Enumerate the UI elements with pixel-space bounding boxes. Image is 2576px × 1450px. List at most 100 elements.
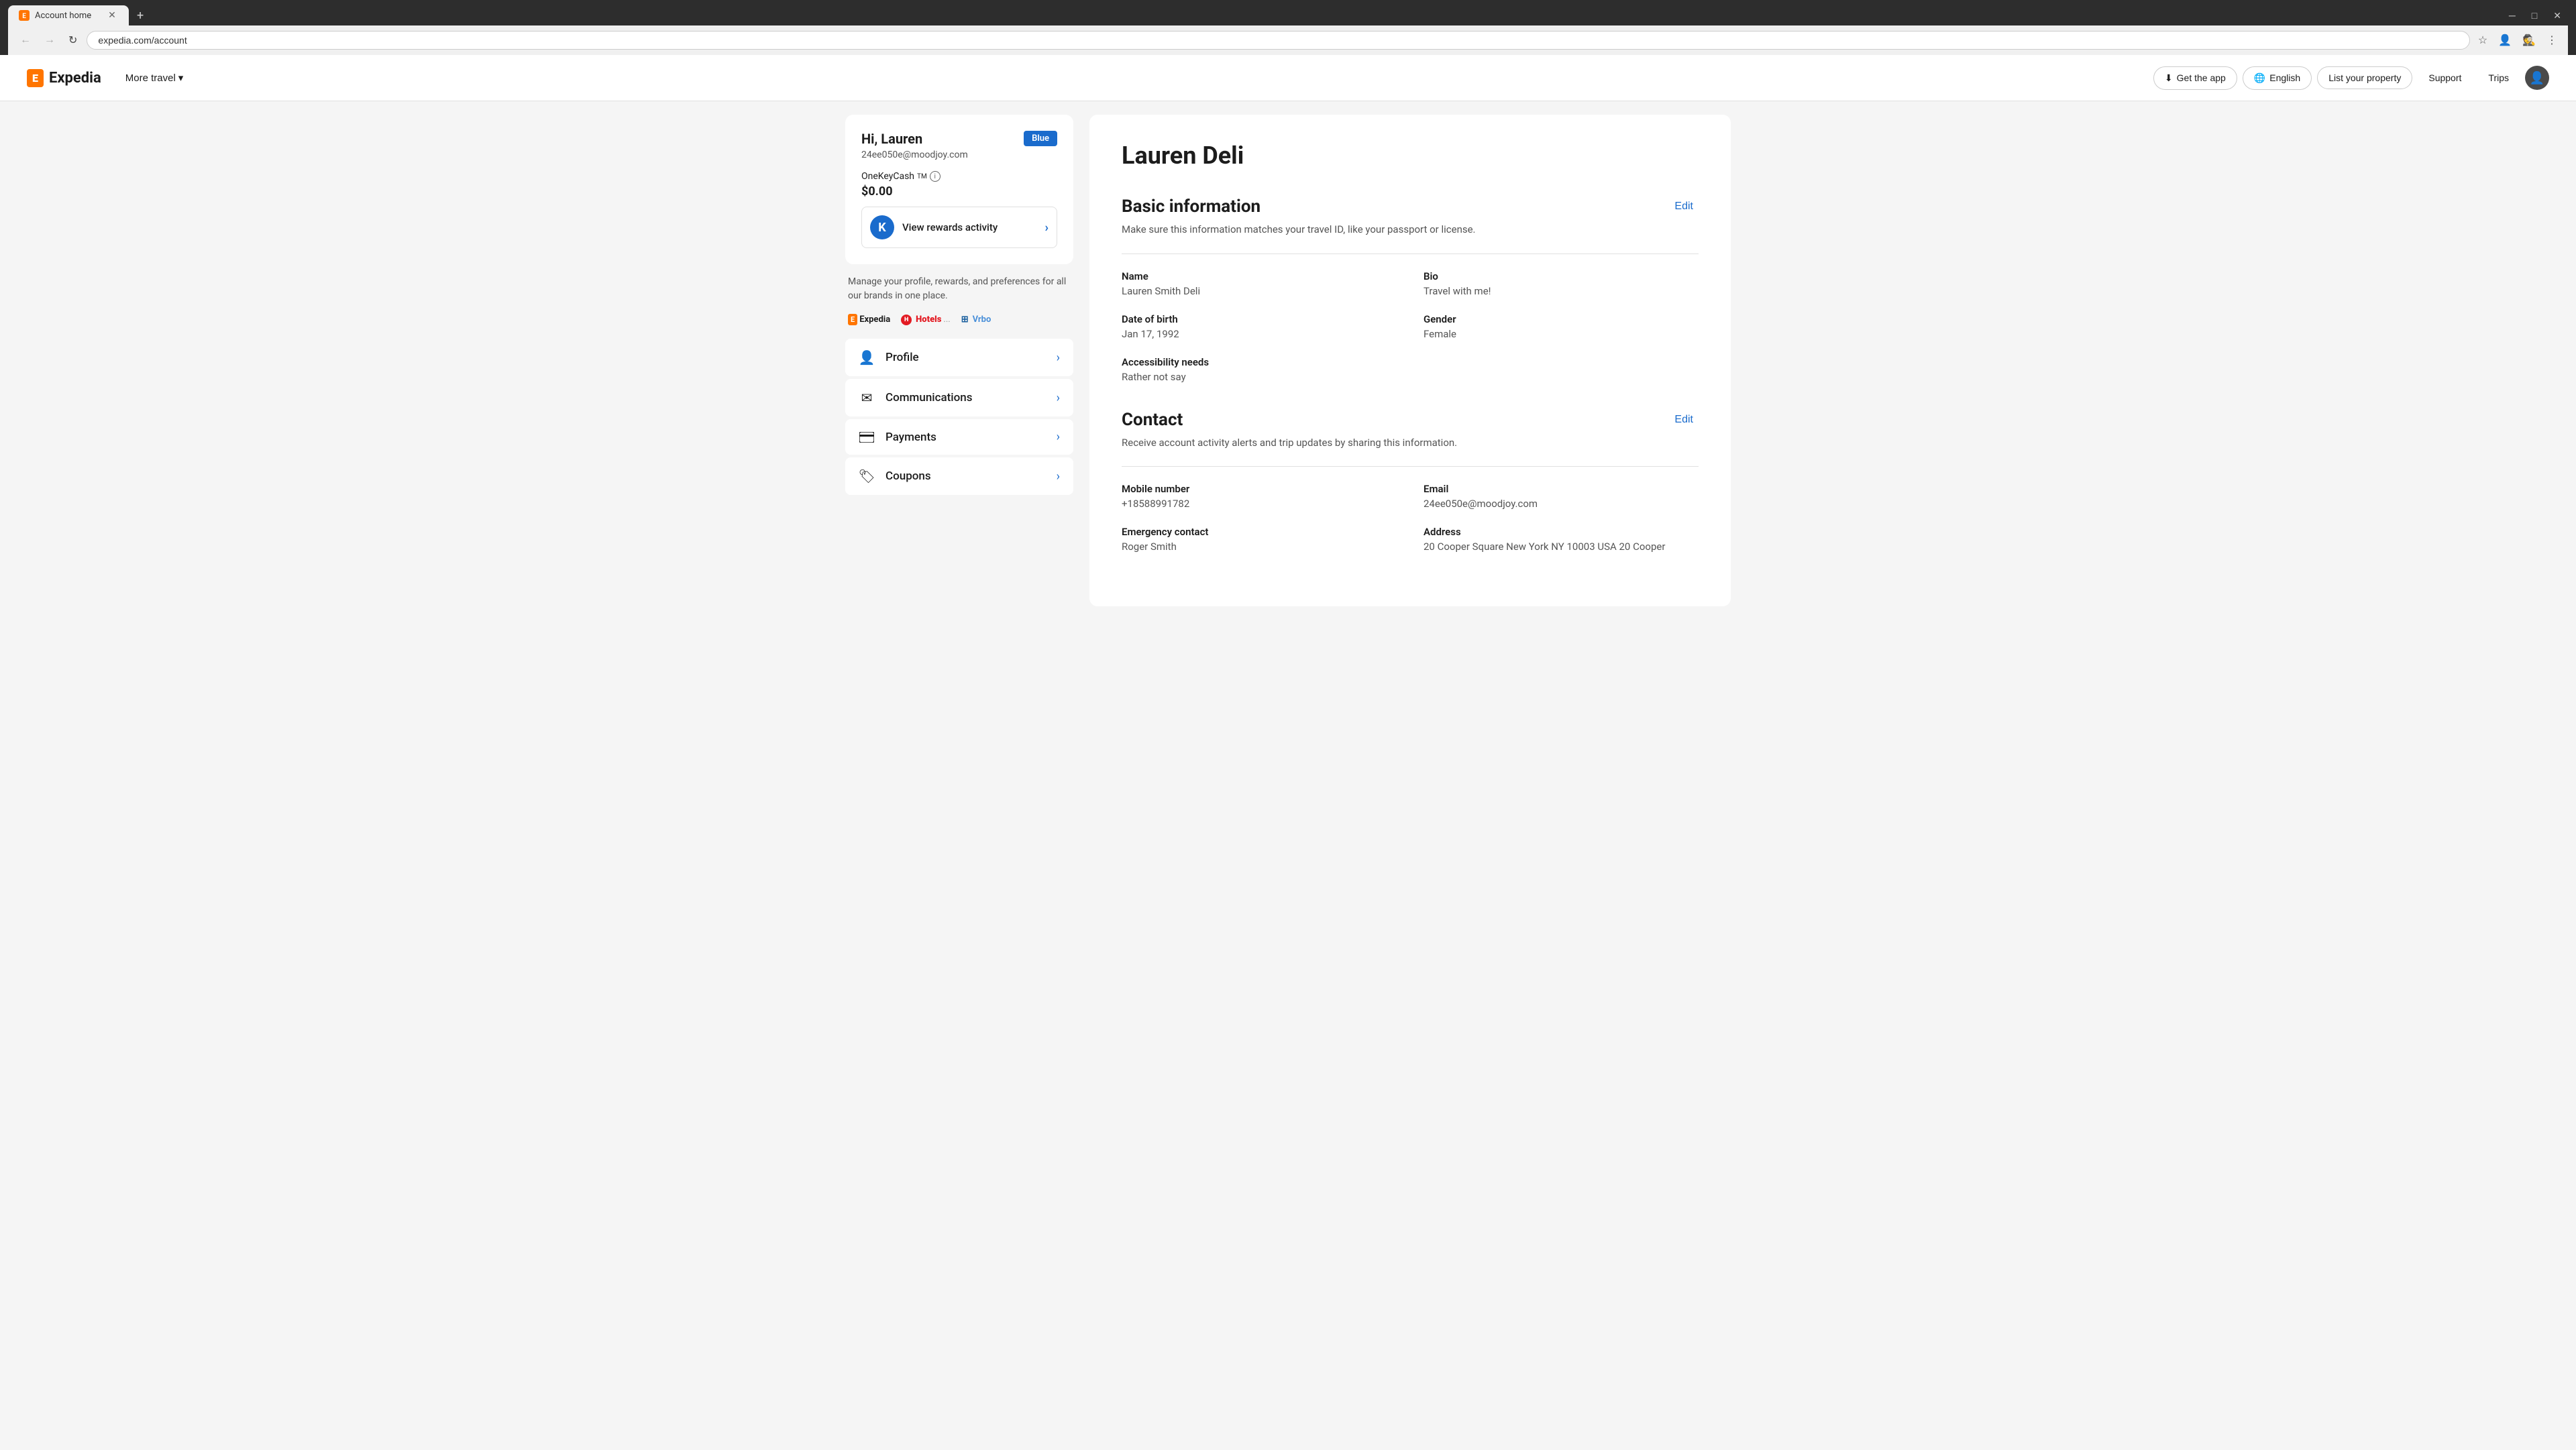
language-label: English bbox=[2269, 72, 2300, 83]
main-content: Lauren Deli Basic information Edit Make … bbox=[1089, 115, 1731, 606]
field-label-address: Address bbox=[1424, 526, 1699, 538]
field-value-accessibility: Rather not say bbox=[1122, 371, 1397, 383]
active-tab[interactable]: E Account home ✕ bbox=[8, 5, 129, 25]
rewards-link[interactable]: K View rewards activity › bbox=[861, 207, 1057, 248]
field-email: Email 24ee050e@moodjoy.com bbox=[1424, 483, 1699, 510]
sidebar-item-coupons[interactable]: 🏷 Coupons › bbox=[845, 457, 1073, 495]
hotels-brand-logo: HHotels... bbox=[901, 315, 951, 325]
new-tab-button[interactable]: + bbox=[131, 6, 149, 25]
svg-text:E: E bbox=[22, 13, 26, 20]
page: E Expedia More travel ▾ ⬇ Get the app 🌐 … bbox=[0, 55, 2576, 1450]
sidebar-label-payments: Payments bbox=[885, 431, 1046, 444]
field-label-mobile: Mobile number bbox=[1122, 483, 1397, 495]
logo-icon: E bbox=[27, 69, 44, 87]
profile-chevron: › bbox=[1057, 351, 1060, 365]
sidebar: Hi, Lauren Blue 24ee050e@moodjoy.com One… bbox=[845, 115, 1073, 606]
field-label-dob: Date of birth bbox=[1122, 313, 1397, 325]
info-icon[interactable]: i bbox=[930, 171, 941, 182]
tab-close-button[interactable]: ✕ bbox=[106, 9, 118, 21]
contact-fields: Mobile number +18588991782 Email 24ee050… bbox=[1122, 483, 1699, 553]
brands-row: E Expedia HHotels... ⊞Vrbo bbox=[845, 314, 1073, 325]
contact-section: Contact Edit Receive account activity al… bbox=[1122, 410, 1699, 553]
field-label-email: Email bbox=[1424, 483, 1699, 495]
rewards-icon: K bbox=[870, 215, 894, 239]
sidebar-nav: 👤 Profile › ✉ Communications › Payments … bbox=[845, 339, 1073, 495]
language-button[interactable]: 🌐 English bbox=[2243, 66, 2312, 90]
trips-label: Trips bbox=[2488, 72, 2509, 83]
get-app-label: Get the app bbox=[2177, 72, 2226, 83]
user-greeting: Hi, Lauren bbox=[861, 131, 922, 147]
field-label-bio: Bio bbox=[1424, 270, 1699, 282]
user-avatar-button[interactable]: 👤 bbox=[2525, 66, 2549, 90]
communications-icon: ✉ bbox=[859, 390, 875, 406]
payments-chevron: › bbox=[1057, 430, 1060, 444]
avatar-icon: 👤 bbox=[2530, 71, 2544, 85]
more-travel-chevron: ▾ bbox=[178, 72, 184, 84]
sidebar-item-communications[interactable]: ✉ Communications › bbox=[845, 379, 1073, 416]
bookmark-button[interactable]: ☆ bbox=[2475, 31, 2490, 50]
sidebar-label-coupons: Coupons bbox=[885, 469, 1046, 483]
coupons-chevron: › bbox=[1057, 469, 1060, 484]
maximize-button[interactable]: □ bbox=[2525, 7, 2544, 24]
tm-label: TM bbox=[917, 173, 927, 180]
forward-button[interactable]: → bbox=[40, 32, 59, 49]
field-value-gender: Female bbox=[1424, 328, 1699, 340]
more-travel-label: More travel bbox=[125, 72, 176, 84]
coupons-icon: 🏷 bbox=[859, 468, 875, 484]
incognito-button[interactable]: 🕵 bbox=[2520, 31, 2538, 50]
browser-toolbar: ← → ↻ ☆ 👤 🕵 ⋮ bbox=[8, 25, 2568, 55]
onekeycash-label-row: OneKeyCash TM i bbox=[861, 171, 1057, 182]
field-dob: Date of birth Jan 17, 1992 bbox=[1122, 313, 1397, 340]
contact-header: Contact Edit bbox=[1122, 410, 1699, 430]
expedia-brand-logo: E Expedia bbox=[848, 314, 890, 325]
sidebar-item-profile[interactable]: 👤 Profile › bbox=[845, 339, 1073, 376]
basic-info-header: Basic information Edit bbox=[1122, 197, 1699, 217]
trips-button[interactable]: Trips bbox=[2477, 67, 2520, 89]
field-mobile: Mobile number +18588991782 bbox=[1122, 483, 1397, 510]
basic-info-section: Basic information Edit Make sure this in… bbox=[1122, 197, 1699, 383]
expedia-logo[interactable]: E Expedia bbox=[27, 69, 101, 87]
list-property-label: List your property bbox=[2328, 72, 2401, 83]
user-email: 24ee050e@moodjoy.com bbox=[861, 150, 1057, 160]
minimize-button[interactable]: ─ bbox=[2502, 7, 2522, 24]
content-wrapper: Hi, Lauren Blue 24ee050e@moodjoy.com One… bbox=[818, 101, 1758, 620]
field-emergency: Emergency contact Roger Smith bbox=[1122, 526, 1397, 553]
address-bar[interactable] bbox=[87, 31, 2469, 50]
get-app-icon: ⬇ bbox=[2165, 72, 2173, 84]
get-app-button[interactable]: ⬇ Get the app bbox=[2153, 66, 2237, 90]
rewards-chevron: › bbox=[1045, 221, 1049, 235]
field-value-mobile: +18588991782 bbox=[1122, 498, 1397, 510]
communications-chevron: › bbox=[1057, 391, 1060, 405]
field-gender: Gender Female bbox=[1424, 313, 1699, 340]
profile-icon: 👤 bbox=[859, 349, 875, 366]
sidebar-item-payments[interactable]: Payments › bbox=[845, 419, 1073, 455]
field-value-emergency: Roger Smith bbox=[1122, 541, 1397, 553]
basic-info-edit-button[interactable]: Edit bbox=[1669, 198, 1699, 215]
profile-button[interactable]: 👤 bbox=[2496, 31, 2514, 50]
more-travel-button[interactable]: More travel ▾ bbox=[117, 66, 192, 89]
refresh-button[interactable]: ↻ bbox=[64, 31, 81, 50]
onekeycash-label: OneKeyCash bbox=[861, 171, 914, 182]
support-button[interactable]: Support bbox=[2418, 67, 2472, 89]
menu-button[interactable]: ⋮ bbox=[2544, 31, 2560, 50]
browser-chrome: E Account home ✕ + ─ □ ✕ ← → ↻ ☆ 👤 🕵 ⋮ bbox=[0, 0, 2576, 55]
contact-edit-button[interactable]: Edit bbox=[1669, 411, 1699, 429]
tab-title: Account home bbox=[35, 11, 101, 21]
close-button[interactable]: ✕ bbox=[2546, 7, 2568, 24]
back-button[interactable]: ← bbox=[16, 32, 35, 49]
contact-subtitle: Receive account activity alerts and trip… bbox=[1122, 435, 1699, 451]
field-value-email: 24ee050e@moodjoy.com bbox=[1424, 498, 1699, 510]
support-label: Support bbox=[2428, 72, 2461, 83]
logo-text: Expedia bbox=[49, 70, 101, 87]
sidebar-label-communications: Communications bbox=[885, 391, 1046, 404]
rewards-link-text: View rewards activity bbox=[902, 221, 1037, 233]
profile-full-name: Lauren Deli bbox=[1122, 142, 1699, 170]
field-value-dob: Jan 17, 1992 bbox=[1122, 328, 1397, 340]
field-accessibility: Accessibility needs Rather not say bbox=[1122, 356, 1397, 383]
user-greeting-row: Hi, Lauren Blue bbox=[861, 131, 1057, 147]
field-label-name: Name bbox=[1122, 270, 1397, 282]
tier-badge: Blue bbox=[1024, 131, 1057, 146]
vrbo-brand-logo: ⊞Vrbo bbox=[961, 315, 991, 325]
user-card: Hi, Lauren Blue 24ee050e@moodjoy.com One… bbox=[845, 115, 1073, 264]
list-property-button[interactable]: List your property bbox=[2317, 66, 2412, 89]
